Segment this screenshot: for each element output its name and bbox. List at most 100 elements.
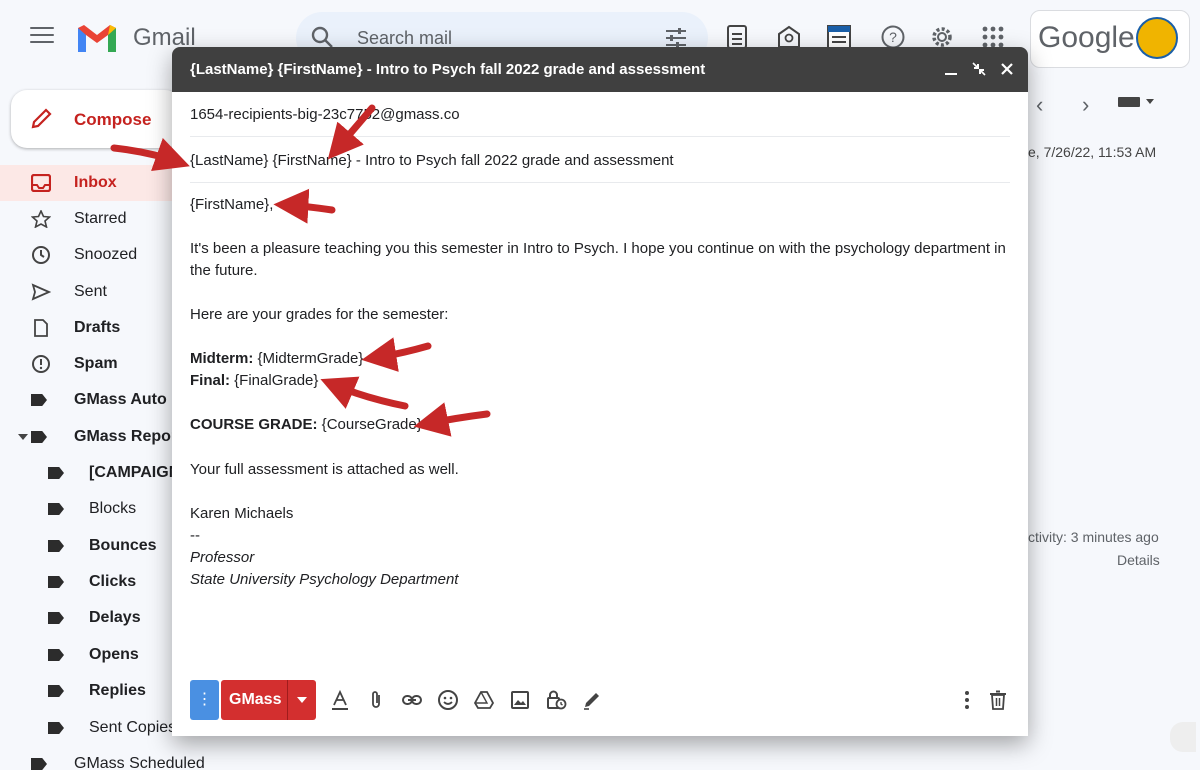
sidebar-item-label: Bounces [89, 537, 157, 554]
sidebar-item-drafts[interactable]: Drafts [0, 310, 200, 346]
sidebar-item-blocks[interactable]: Blocks [0, 491, 200, 527]
confidential-mode-icon[interactable] [545, 689, 567, 711]
sidebar-item-label: Snoozed [74, 246, 138, 263]
minimize-icon[interactable] [942, 60, 960, 78]
sidebar-item-sent-copies[interactable]: Sent Copies [0, 710, 200, 746]
exit-fullscreen-icon[interactable] [970, 60, 988, 78]
gmass-dropdown-icon[interactable] [297, 697, 307, 703]
inbox-icon [31, 174, 51, 192]
more-options-icon[interactable] [956, 689, 978, 711]
sidebar-item-label: Clicks [89, 573, 137, 590]
star-icon [31, 210, 51, 228]
search-icon[interactable] [310, 25, 334, 49]
gmass-divider [287, 680, 288, 720]
label-icon [48, 719, 68, 737]
sidebar-item-label: Inbox [74, 174, 117, 191]
compose-header: {LastName} {FirstName} - Intro to Psych … [172, 47, 1028, 92]
to-field[interactable]: 1654-recipients-big-23c7752@gmass.co [190, 106, 460, 123]
sidebar-item-sent[interactable]: Sent [0, 274, 200, 310]
sidebar-item-starred[interactable]: Starred [0, 201, 200, 237]
midterm-label: Midterm: [190, 350, 254, 367]
signature-title-text: Professor [190, 549, 255, 566]
sidebar-item-label: Drafts [74, 319, 121, 336]
body-para1-line1[interactable]: It's been a pleasure teaching you this s… [190, 238, 1006, 260]
midterm-value: {MidtermGrade} [253, 350, 364, 367]
send-icon [31, 283, 51, 301]
insert-link-icon[interactable] [401, 689, 423, 711]
search-input[interactable]: Search mail [357, 28, 452, 49]
close-icon[interactable] [998, 60, 1016, 78]
text-format-icon[interactable] [329, 689, 351, 711]
sidebar-item-campaign[interactable]: [CAMPAIGN [0, 455, 200, 491]
main-menu-icon[interactable] [30, 27, 54, 47]
body-greeting[interactable]: {FirstName}, [190, 194, 273, 216]
compose-title: {LastName} {FirstName} - Intro to Psych … [190, 61, 706, 78]
signature-title[interactable]: Professor [190, 547, 254, 569]
label-icon [31, 428, 51, 446]
sidebar-item-opens[interactable]: Opens [0, 637, 200, 673]
body-para2[interactable]: Here are your grades for the semester: [190, 304, 448, 326]
emoji-icon[interactable] [437, 689, 459, 711]
sidebar-item-label: GMass Auto F [74, 391, 181, 408]
sidebar-item-label: Blocks [89, 500, 137, 517]
expand-caret-icon[interactable] [18, 434, 28, 440]
draft-icon [34, 319, 48, 337]
compose-label[interactable]: Compose [74, 110, 151, 130]
label-icon [48, 464, 68, 482]
body-course-line[interactable]: COURSE GRADE: {CourseGrade} [190, 414, 422, 436]
google-drive-icon[interactable] [473, 689, 495, 711]
body-midterm-line[interactable]: Midterm: {MidtermGrade} [190, 348, 363, 370]
side-panel-toggle[interactable] [1170, 722, 1196, 752]
label-icon [48, 537, 68, 555]
sidebar-item-delays[interactable]: Delays [0, 600, 200, 636]
sidebar-item-label: Spam [74, 355, 118, 372]
sidebar-item-gmass-reports[interactable]: GMass Repor [0, 419, 200, 455]
label-icon [48, 609, 68, 627]
sidebar-item-label: Delays [89, 609, 141, 626]
compose-window: {LastName} {FirstName} - Intro to Psych … [172, 47, 1028, 736]
sidebar-item-gmass-auto[interactable]: GMass Auto F [0, 382, 200, 418]
search-options-icon[interactable] [664, 27, 688, 49]
label-icon [31, 391, 51, 409]
label-icon [48, 682, 68, 700]
next-page-icon[interactable]: › [1082, 92, 1089, 118]
signature-name[interactable]: Karen Michaels [190, 503, 293, 525]
insert-photo-icon[interactable] [509, 689, 531, 711]
body-para1-line2[interactable]: the future. [190, 260, 258, 282]
google-wordmark: Google [1038, 21, 1135, 54]
signature-dept[interactable]: State University Psychology Department [190, 569, 458, 591]
attach-file-icon[interactable] [365, 689, 387, 711]
sidebar-item-label: [CAMPAIGN [89, 464, 181, 481]
sidebar-item-snoozed[interactable]: Snoozed [0, 237, 200, 273]
sidebar-item-inbox[interactable]: Inbox [0, 165, 190, 201]
sidebar-item-clicks[interactable]: Clicks [0, 564, 200, 600]
details-link[interactable]: Details [1117, 552, 1160, 568]
sidebar-item-bounces[interactable]: Bounces [0, 528, 200, 564]
keyboard-input-icon[interactable] [1118, 95, 1158, 109]
gmass-send-button[interactable]: GMass [221, 680, 316, 720]
body-para3[interactable]: Your full assessment is attached as well… [190, 459, 459, 481]
signature-separator[interactable]: -- [190, 525, 200, 547]
prev-page-icon[interactable]: ‹ [1036, 92, 1043, 118]
course-grade-value: {CourseGrade} [317, 416, 422, 433]
sidebar-item-label: Sent [74, 283, 107, 300]
sidebar-item-label: Starred [74, 210, 127, 227]
sidebar-item-label: GMass Repor [74, 428, 178, 445]
subject-field[interactable]: {LastName} {FirstName} - Intro to Psych … [190, 152, 674, 169]
svg-text:?: ? [889, 29, 897, 45]
sidebar-item-gmass-scheduled[interactable]: GMass Scheduled [0, 746, 205, 770]
signature-pen-icon[interactable] [581, 689, 603, 711]
gmass-settings-button[interactable]: ⋮ [190, 680, 219, 720]
label-icon [31, 755, 51, 770]
discard-trash-icon[interactable] [987, 689, 1009, 711]
label-icon [48, 500, 68, 518]
sidebar-item-spam[interactable]: Spam [0, 346, 200, 382]
label-icon [48, 646, 68, 664]
clock-icon [32, 246, 50, 264]
body-final-line[interactable]: Final: {FinalGrade} [190, 370, 318, 392]
avatar[interactable] [1136, 17, 1178, 59]
sidebar-item-replies[interactable]: Replies [0, 673, 200, 709]
email-date: e, 7/26/22, 11:53 AM [1028, 144, 1157, 160]
sidebar-item-label: GMass Scheduled [74, 755, 205, 770]
gmass-button-label: GMass [229, 691, 282, 708]
